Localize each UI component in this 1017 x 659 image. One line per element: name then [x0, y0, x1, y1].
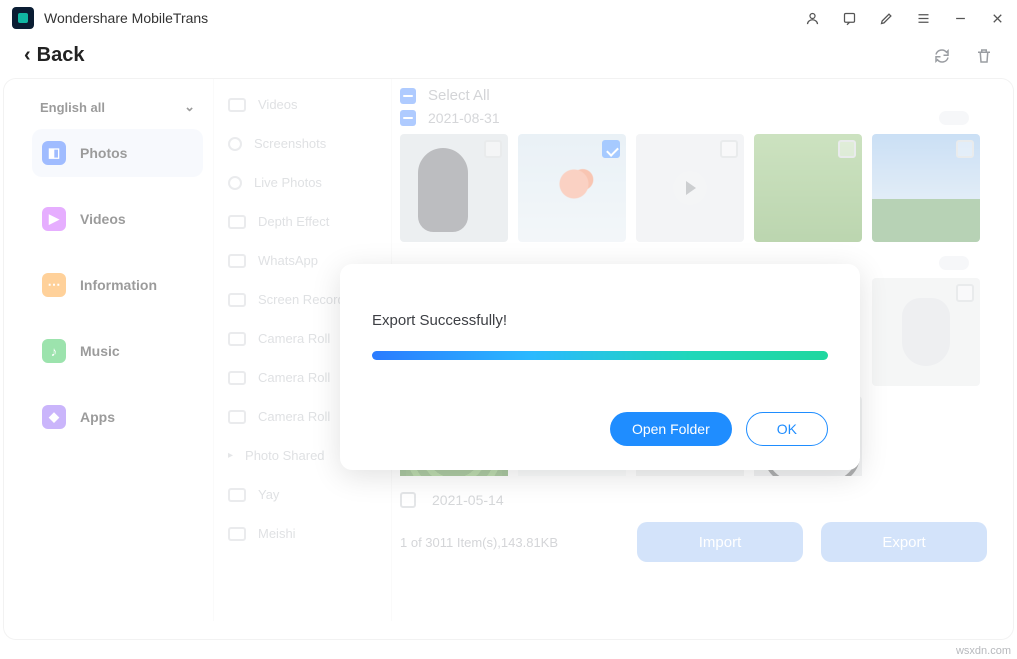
watermark: wsxdn.com — [956, 645, 1011, 657]
back-row: ‹ Back — [0, 36, 1017, 79]
ok-button[interactable]: OK — [746, 412, 828, 446]
ok-label: OK — [777, 421, 797, 437]
modal-title: Export Successfully! — [372, 312, 828, 329]
modal-buttons: Open Folder OK — [372, 412, 828, 446]
open-folder-button[interactable]: Open Folder — [610, 412, 732, 446]
export-success-modal: Export Successfully! Open Folder OK — [340, 264, 860, 470]
user-icon[interactable] — [805, 11, 820, 26]
titlebar-icons — [805, 11, 1005, 26]
feedback-icon[interactable] — [842, 11, 857, 26]
menu-icon[interactable] — [916, 11, 931, 26]
open-folder-label: Open Folder — [632, 421, 710, 437]
back-label: Back — [37, 44, 85, 67]
app-title: Wondershare MobileTrans — [44, 10, 208, 26]
titlebar: Wondershare MobileTrans — [0, 0, 1017, 36]
minimize-icon[interactable] — [953, 11, 968, 26]
edit-icon[interactable] — [879, 11, 894, 26]
delete-icon[interactable] — [975, 47, 993, 65]
refresh-icon[interactable] — [933, 47, 951, 65]
close-icon[interactable] — [990, 11, 1005, 26]
back-button[interactable]: ‹ Back — [24, 44, 84, 67]
progress-bar — [372, 351, 828, 360]
chevron-left-icon: ‹ — [24, 44, 31, 67]
app-logo — [12, 7, 34, 29]
toolbar-icons — [933, 47, 993, 65]
